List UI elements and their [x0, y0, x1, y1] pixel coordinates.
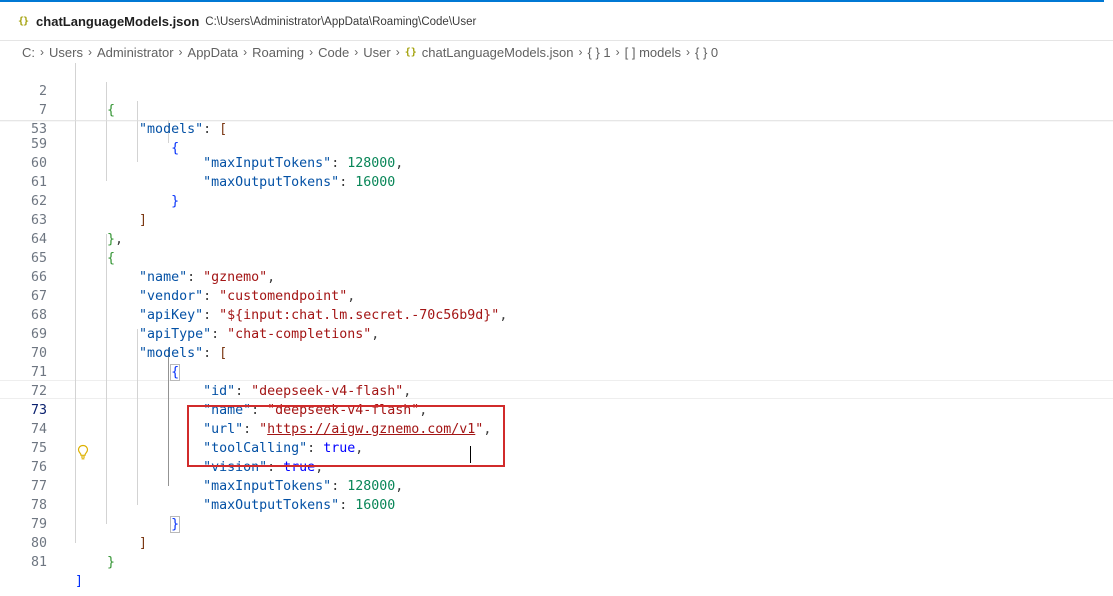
json-file-icon: {}: [404, 46, 417, 58]
code-line: 72 "name": "deepseek-v4-flash",: [0, 363, 1113, 418]
code-line: 66 "vendor": "customendpoint",: [0, 249, 1113, 304]
chevron-right-icon: ›: [395, 45, 400, 59]
code-line: 74 "toolCalling": true,: [0, 401, 1113, 456]
breadcrumb-item[interactable]: Code: [318, 45, 349, 60]
chevron-right-icon: ›: [309, 45, 314, 59]
chevron-right-icon: ›: [40, 45, 44, 59]
code-line: 77 "maxOutputTokens": 16000: [0, 458, 1113, 513]
text-cursor: [470, 446, 471, 463]
code-line: 64 {: [0, 211, 1113, 266]
breadcrumb: C: › Users › Administrator › AppData › R…: [0, 41, 1113, 63]
code-line: 68 "apiType": "chat-completions",: [0, 287, 1113, 342]
breadcrumb-symbol[interactable]: { } 0: [695, 45, 718, 60]
sticky-line[interactable]: 7 "models": [: [0, 82, 1113, 137]
code-line: 65 "name": "gznemo",: [0, 230, 1113, 285]
chevron-right-icon: ›: [178, 45, 183, 59]
code-line: 62 ]: [0, 173, 1113, 228]
chevron-right-icon: ›: [615, 45, 620, 59]
breadcrumb-item[interactable]: Administrator: [97, 45, 174, 60]
sticky-scroll[interactable]: 2 { 7 "models": [ 53 {: [0, 63, 1113, 156]
json-file-icon: {}: [18, 16, 29, 27]
code-line: 71 "id": "deepseek-v4-flash",: [0, 344, 1113, 399]
code-line: 78 }: [0, 477, 1113, 533]
chevron-right-icon: ›: [354, 45, 359, 59]
breadcrumb-file[interactable]: chatLanguageModels.json: [422, 45, 574, 60]
breadcrumb-item[interactable]: AppData: [188, 45, 239, 60]
chevron-right-icon: ›: [578, 45, 583, 59]
tab-bar: {} chatLanguageModels.json C:\Users\Admi…: [0, 0, 1113, 41]
breadcrumb-symbol[interactable]: { } 1: [588, 45, 611, 60]
chevron-right-icon: ›: [686, 45, 691, 59]
indent-guide: [75, 63, 76, 120]
indent-guide: [137, 101, 138, 120]
sticky-line[interactable]: 2 {: [0, 63, 1113, 118]
code-editor[interactable]: 59 "maxInputTokens": 128000, 60 "maxOutp…: [0, 63, 1113, 596]
code-line: 75 "vision": true,: [0, 420, 1113, 475]
breadcrumb-item[interactable]: C:: [22, 45, 35, 60]
chevron-right-icon: ›: [87, 45, 92, 59]
breadcrumb-item[interactable]: Users: [49, 45, 83, 60]
code-line: 79 ]: [0, 496, 1113, 551]
indent-guide: [106, 82, 107, 120]
annotation-highlight-box: [187, 405, 505, 467]
chevron-right-icon: ›: [243, 45, 248, 59]
breadcrumb-item[interactable]: Roaming: [252, 45, 304, 60]
breadcrumb-item[interactable]: User: [363, 45, 390, 60]
json-key: "models": [139, 122, 204, 137]
line-number: 81: [30, 555, 47, 570]
tab-chat-language-models[interactable]: {} chatLanguageModels.json C:\Users\Admi…: [0, 0, 1104, 41]
tab-title: chatLanguageModels.json: [36, 14, 200, 29]
sticky-line[interactable]: 53 {: [0, 101, 1113, 156]
code-line: 80 }: [0, 515, 1113, 570]
code-line: 81 ]: [0, 534, 1113, 589]
tab-path: C:\Users\Administrator\AppData\Roaming\C…: [205, 15, 477, 28]
lightbulb-icon[interactable]: [76, 444, 90, 460]
code-line: 67 "apiKey": "${input:chat.lm.secret.-70…: [0, 268, 1113, 323]
code-line: 76 "maxInputTokens": 128000,: [0, 439, 1113, 494]
code-line: 63 },: [0, 192, 1113, 247]
breadcrumb-symbol[interactable]: [ ] models: [625, 45, 681, 60]
code-line: 69 "models": [: [0, 306, 1113, 361]
sticky-scroll-shadow: [0, 120, 1113, 122]
code-line: 73 "url": "https://aigw.gznemo.com/v1",: [0, 382, 1113, 437]
line-number: 53: [30, 122, 47, 137]
code-line: 70 {: [0, 325, 1113, 381]
